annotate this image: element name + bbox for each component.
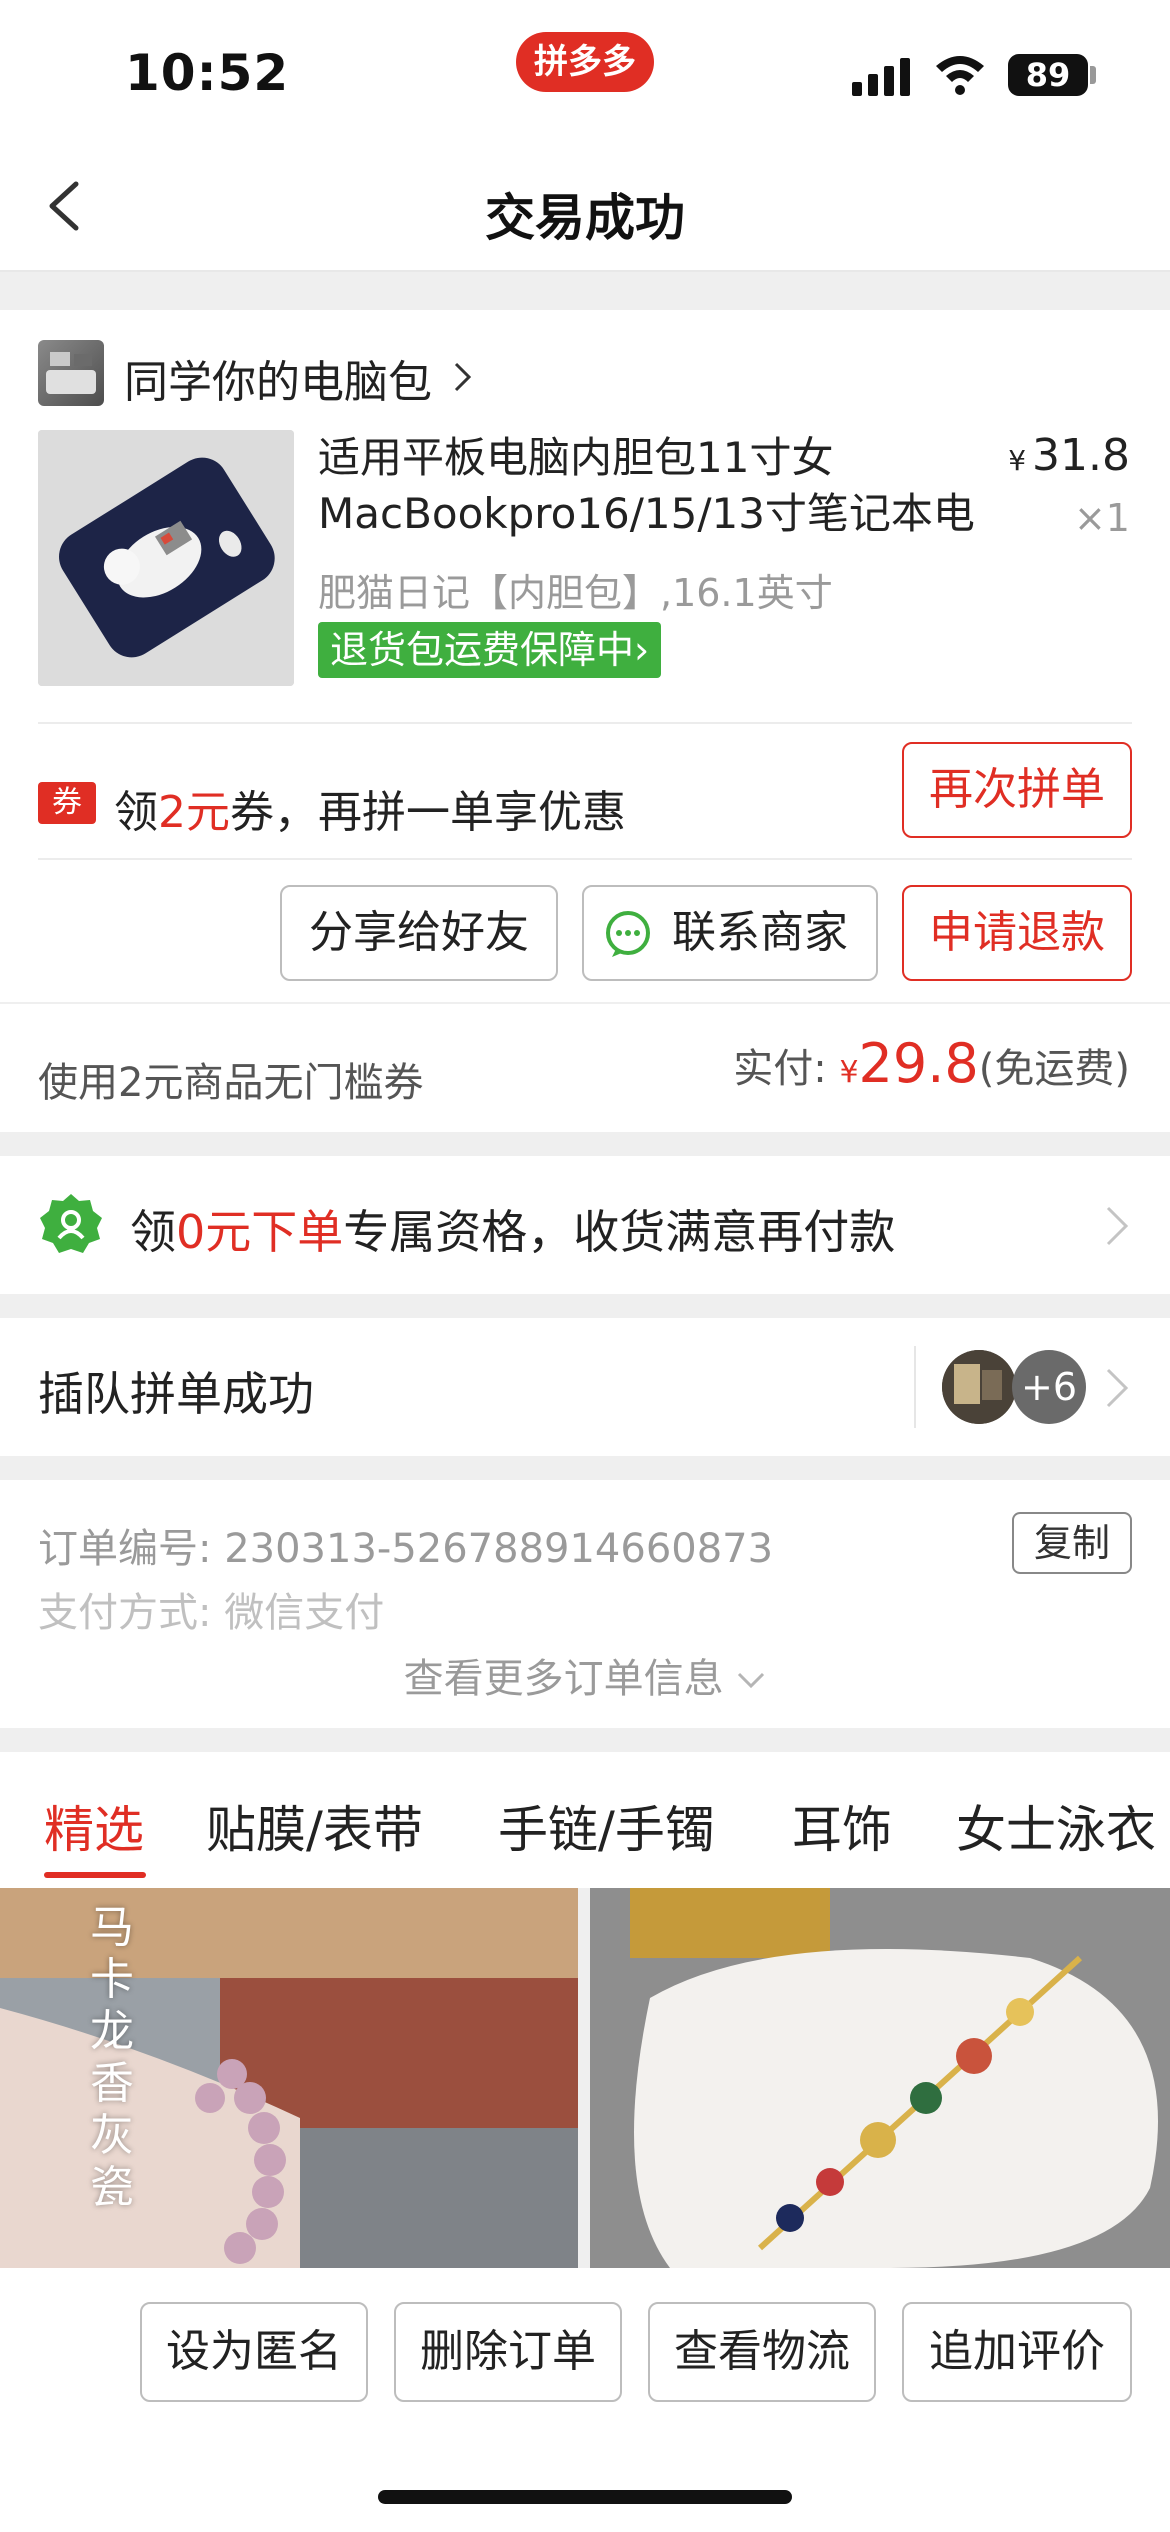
promo-highlight: 0元下单 bbox=[176, 1205, 344, 1259]
chat-icon bbox=[606, 911, 650, 957]
paid-total: 实付: ¥29.8(免运费) bbox=[733, 1032, 1130, 1095]
promo-text-prefix: 领 bbox=[130, 1205, 176, 1259]
home-indicator[interactable] bbox=[378, 2490, 792, 2504]
payment-method-label: 支付方式: bbox=[38, 1590, 212, 1636]
paid-suffix: (免运费) bbox=[978, 1046, 1130, 1092]
delete-order-button[interactable]: 删除订单 bbox=[394, 2302, 622, 2402]
coupon-text-suffix: 券，再拼一单享优惠 bbox=[230, 787, 626, 838]
product-sku: 肥猫日记【内胆包】,16.1英寸 bbox=[318, 571, 833, 615]
verified-badge-icon bbox=[40, 1194, 102, 1253]
share-button[interactable]: 分享给好友 bbox=[280, 885, 558, 981]
paid-amount: 29.8 bbox=[858, 1032, 979, 1095]
feed-caption: 马卡龙香灰瓷 bbox=[90, 1902, 134, 2213]
divider bbox=[38, 858, 1132, 860]
cellular-signal-icon bbox=[852, 58, 914, 96]
anonymous-button[interactable]: 设为匿名 bbox=[140, 2302, 368, 2402]
paid-label: 实付: bbox=[733, 1046, 840, 1092]
recommendation-tabs: 精选 贴膜/表带 手链/手镯 耳饰 女士泳衣 bbox=[0, 1752, 1170, 1888]
coupon-used-note: 使用2元商品无门槛券 bbox=[38, 1060, 424, 1106]
tab-earrings[interactable]: 耳饰 bbox=[792, 1790, 892, 1862]
chevron-right-icon bbox=[1106, 1368, 1129, 1408]
shipping-guarantee-badge[interactable]: 退货包运费保障中› bbox=[318, 622, 662, 678]
page-title: 交易成功 bbox=[485, 189, 685, 247]
shop-avatar[interactable] bbox=[38, 340, 104, 406]
more-order-info-label: 查看更多订单信息 bbox=[403, 1656, 724, 1702]
avatar bbox=[942, 1350, 1016, 1424]
group-success-title: 插队拼单成功 bbox=[38, 1367, 314, 1421]
app-badge[interactable]: 拼多多 bbox=[516, 32, 654, 92]
chevron-down-icon bbox=[738, 1672, 765, 1689]
coupon-promo-text: 领2元券，再拼一单享优惠 bbox=[114, 776, 626, 840]
coupon-icon: 券 bbox=[38, 782, 96, 824]
active-tab-underline bbox=[44, 1872, 146, 1878]
nav-bar: 交易成功 bbox=[0, 140, 1170, 272]
divider bbox=[914, 1346, 916, 1428]
contact-merchant-label: 联系商家 bbox=[672, 907, 848, 958]
feed-item-image[interactable]: 马卡龙香灰瓷 bbox=[0, 1888, 578, 2268]
copy-button[interactable]: 复制 bbox=[1012, 1512, 1132, 1574]
contact-merchant-button[interactable]: 联系商家 bbox=[582, 885, 878, 981]
tab-screen-protector-strap[interactable]: 贴膜/表带 bbox=[206, 1790, 423, 1862]
promo-text-suffix: 专属资格，收货满意再付款 bbox=[343, 1205, 896, 1259]
more-order-info-link[interactable]: 查看更多订单信息 bbox=[0, 1646, 1170, 1704]
view-logistics-button[interactable]: 查看物流 bbox=[648, 2302, 876, 2402]
promo-text: 领0元下单专属资格，收货满意再付款 bbox=[130, 1196, 895, 1262]
price-currency: ¥ bbox=[1008, 444, 1027, 477]
tab-bracelets[interactable]: 手链/手镯 bbox=[498, 1790, 715, 1862]
order-detail-page: 10:52 拼多多 89 交易成功 同学你的电脑包 适用平板电脑内胆包11寸女M… bbox=[0, 0, 1170, 2532]
price-value: 31.8 bbox=[1032, 430, 1130, 481]
order-number-label: 订单编号: bbox=[38, 1526, 212, 1572]
tab-featured[interactable]: 精选 bbox=[44, 1790, 144, 1862]
order-number-value: 230313-526788914660873 bbox=[224, 1526, 774, 1572]
group-success-row[interactable]: 插队拼单成功 +6 bbox=[0, 1318, 1170, 1456]
add-review-button[interactable]: 追加评价 bbox=[902, 2302, 1132, 2402]
coupon-text-prefix: 领 bbox=[114, 787, 158, 838]
feed-item-image[interactable] bbox=[590, 1888, 1170, 2268]
wifi-icon bbox=[936, 56, 984, 95]
order-card: 同学你的电脑包 适用平板电脑内胆包11寸女MacBookpro16/15/13寸… bbox=[0, 310, 1170, 1002]
battery-icon: 89 bbox=[1008, 54, 1088, 96]
product-price: ¥31.8 bbox=[1008, 430, 1130, 481]
chevron-right-icon bbox=[1106, 1206, 1129, 1246]
coupon-amount: 2元 bbox=[158, 787, 230, 838]
refund-button[interactable]: 申请退款 bbox=[902, 885, 1132, 981]
product-title[interactable]: 适用平板电脑内胆包11寸女MacBookpro16/15/13寸笔记本电脑… bbox=[318, 430, 988, 542]
status-bar: 10:52 拼多多 89 bbox=[0, 0, 1170, 140]
paid-currency: ¥ bbox=[839, 1055, 859, 1090]
tab-swimwear[interactable]: 女士泳衣 bbox=[956, 1790, 1156, 1862]
payment-method-row: 支付方式: 微信支付 bbox=[38, 1580, 384, 1638]
payment-method-value: 微信支付 bbox=[224, 1590, 385, 1636]
zero-yuan-promo-row[interactable]: 领0元下单专属资格，收货满意再付款 bbox=[0, 1156, 1170, 1294]
product-image[interactable] bbox=[38, 430, 294, 686]
more-members-avatar: +6 bbox=[1012, 1350, 1086, 1424]
chevron-right-icon bbox=[454, 362, 472, 392]
shop-name[interactable]: 同学你的电脑包 bbox=[124, 346, 432, 410]
battery-tip bbox=[1090, 66, 1096, 84]
product-quantity: ×1 bbox=[1073, 496, 1130, 540]
status-time: 10:52 bbox=[125, 44, 290, 102]
reorder-button[interactable]: 再次拼单 bbox=[902, 742, 1132, 838]
divider bbox=[38, 722, 1132, 724]
order-number-row: 订单编号: 230313-526788914660873 bbox=[38, 1516, 773, 1574]
